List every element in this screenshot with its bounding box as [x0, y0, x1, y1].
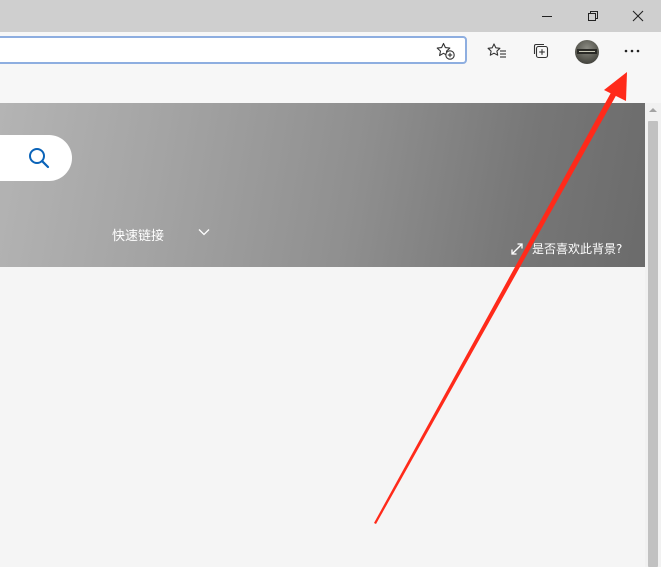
address-bar[interactable]: [0, 36, 467, 64]
settings-more-button[interactable]: [617, 36, 647, 66]
favorites-bar: [0, 70, 661, 103]
scroll-up-arrow-icon[interactable]: [649, 107, 657, 113]
restore-icon: [588, 11, 598, 21]
background-like-label: 是否喜欢此背景?: [532, 242, 623, 256]
avatar[interactable]: [575, 40, 599, 64]
close-button[interactable]: [615, 0, 661, 32]
favorites-button[interactable]: [482, 36, 512, 66]
collections-button[interactable]: [526, 36, 556, 66]
quick-links-label[interactable]: 快速链接: [112, 225, 164, 244]
minimize-button[interactable]: [524, 0, 570, 32]
address-input[interactable]: [6, 40, 410, 62]
minimize-icon: [542, 16, 552, 17]
restore-button[interactable]: [570, 0, 616, 32]
scrollbar-thumb[interactable]: [648, 121, 658, 567]
expand-icon: [511, 242, 523, 255]
collections-icon: [533, 43, 549, 59]
favorites-list-icon: [487, 43, 506, 58]
browser-window: 快速链接 是否喜欢此背景?: [0, 0, 661, 567]
content-area: [0, 267, 645, 567]
browser-toolbar: [0, 32, 661, 70]
web-search-box[interactable]: [0, 135, 72, 181]
search-icon[interactable]: [27, 146, 51, 170]
page-scrollbar[interactable]: [645, 103, 661, 567]
close-icon: [632, 10, 644, 22]
avatar-band: [577, 49, 597, 54]
background-feedback[interactable]: 是否喜欢此背景?: [510, 240, 622, 257]
more-dots-icon: [624, 49, 640, 53]
chevron-down-icon[interactable]: [197, 227, 211, 237]
new-tab-background: 快速链接 是否喜欢此背景?: [0, 103, 645, 267]
star-add-icon[interactable]: [435, 41, 457, 61]
title-bar: [0, 0, 661, 32]
